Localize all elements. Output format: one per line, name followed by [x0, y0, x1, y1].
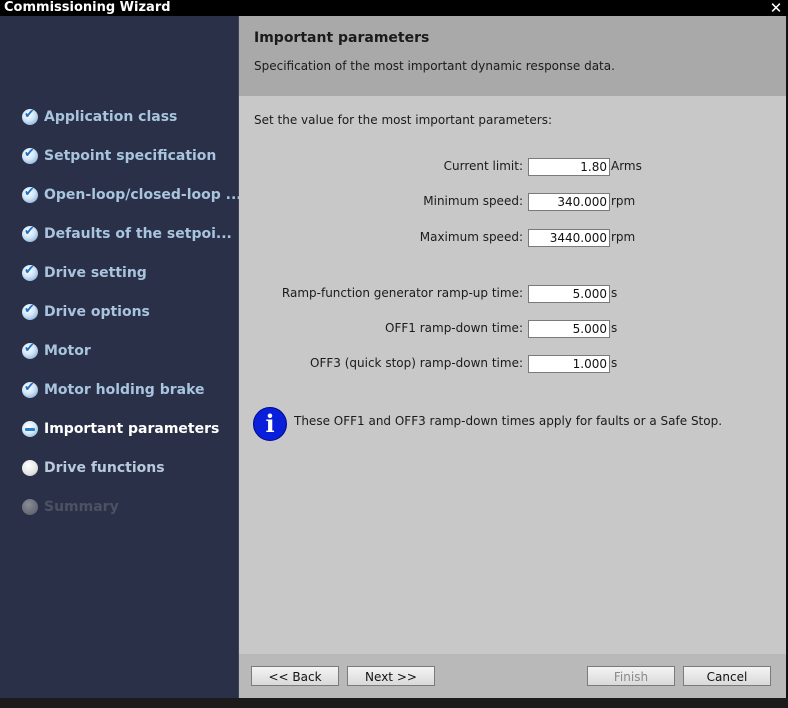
cancel-button[interactable]: Cancel: [683, 666, 771, 686]
param-row-minimum-speed: Minimum speed: 340.000 rpm: [239, 193, 786, 211]
parameters-panel: Set the value for the most important par…: [239, 96, 786, 654]
window-bottom-edge: [0, 698, 788, 708]
ramp-up-time-field[interactable]: 5.000: [528, 285, 610, 303]
check-icon: [22, 263, 38, 281]
step-setpoint-specification[interactable]: Setpoint specification: [22, 146, 216, 166]
param-unit: s: [611, 321, 618, 335]
param-row-current-limit: Current limit: 1.80 Arms: [239, 158, 786, 176]
page-header: Important parameters Specification of th…: [239, 16, 786, 96]
info-icon: [253, 407, 287, 441]
step-open-loop-closed-loop[interactable]: Open-loop/closed-loop ...: [22, 185, 242, 205]
step-drive-functions[interactable]: Drive functions: [22, 458, 165, 478]
disabled-step-icon: [22, 499, 38, 515]
maximum-speed-field[interactable]: 3440.000: [528, 229, 610, 247]
check-icon: [22, 341, 38, 359]
param-label: Maximum speed:: [419, 230, 523, 244]
param-label: Current limit:: [443, 159, 523, 173]
off1-ramp-down-field[interactable]: 5.000: [528, 320, 610, 338]
check-icon: [22, 224, 38, 242]
param-unit: rpm: [611, 230, 636, 244]
check-icon: [22, 302, 38, 320]
step-label: Motor: [44, 343, 91, 359]
step-label: Important parameters: [44, 421, 220, 437]
param-label: OFF3 (quick stop) ramp-down time:: [310, 356, 523, 370]
step-label: Motor holding brake: [44, 382, 205, 398]
param-unit: s: [611, 286, 618, 300]
step-summary: Summary: [22, 497, 119, 517]
check-icon: [22, 185, 38, 203]
param-unit: Arms: [611, 159, 642, 173]
step-label: Open-loop/closed-loop ...: [44, 187, 242, 203]
check-icon: [22, 107, 38, 125]
param-unit: s: [611, 356, 618, 370]
step-defaults-of-setpoint[interactable]: Defaults of the setpoi...: [22, 224, 232, 244]
param-label: OFF1 ramp-down time:: [385, 321, 523, 335]
pending-step-icon: [22, 460, 38, 476]
title-bar: Commissioning Wizard ✕: [0, 0, 788, 16]
back-button[interactable]: << Back: [251, 666, 339, 686]
page-title: Important parameters: [254, 30, 430, 46]
info-text: These OFF1 and OFF3 ramp-down times appl…: [294, 414, 723, 428]
button-bar: << Back Next >> Finish Cancel: [239, 654, 786, 698]
wizard-frame: Application class Setpoint specification…: [0, 16, 788, 698]
close-icon[interactable]: ✕: [767, 0, 785, 16]
param-row-off3-ramp-down: OFF3 (quick stop) ramp-down time: 1.000 …: [239, 355, 786, 373]
step-application-class[interactable]: Application class: [22, 107, 177, 127]
param-row-off1-ramp-down: OFF1 ramp-down time: 5.000 s: [239, 320, 786, 338]
param-row-maximum-speed: Maximum speed: 3440.000 rpm: [239, 229, 786, 247]
step-motor-holding-brake[interactable]: Motor holding brake: [22, 380, 205, 400]
step-label: Application class: [44, 109, 178, 125]
param-label: Ramp-function generator ramp-up time:: [281, 286, 523, 300]
step-label: Setpoint specification: [44, 148, 217, 164]
step-label: Summary: [44, 499, 119, 515]
wizard-sidebar: Application class Setpoint specification…: [0, 16, 242, 698]
current-step-icon: [22, 421, 38, 437]
next-button[interactable]: Next >>: [347, 666, 435, 686]
current-limit-field[interactable]: 1.80: [528, 158, 610, 176]
intro-text: Set the value for the most important par…: [254, 113, 552, 127]
step-drive-setting[interactable]: Drive setting: [22, 263, 147, 283]
param-row-ramp-up-time: Ramp-function generator ramp-up time: 5.…: [239, 285, 786, 303]
check-icon: [22, 146, 38, 164]
param-unit: rpm: [611, 194, 636, 208]
step-label: Drive setting: [44, 265, 147, 281]
finish-button: Finish: [587, 666, 675, 686]
off3-ramp-down-field[interactable]: 1.000: [528, 355, 610, 373]
minimum-speed-field[interactable]: 340.000: [528, 193, 610, 211]
window-title: Commissioning Wizard: [4, 0, 171, 15]
step-important-parameters[interactable]: Important parameters: [22, 419, 219, 439]
param-label: Minimum speed:: [423, 194, 523, 208]
step-label: Drive functions: [44, 460, 165, 476]
step-drive-options[interactable]: Drive options: [22, 302, 150, 322]
step-label: Drive options: [44, 304, 150, 320]
page-subtitle: Specification of the most important dyna…: [254, 59, 615, 73]
step-label: Defaults of the setpoi...: [44, 226, 232, 242]
check-icon: [22, 380, 38, 398]
step-motor[interactable]: Motor: [22, 341, 91, 361]
